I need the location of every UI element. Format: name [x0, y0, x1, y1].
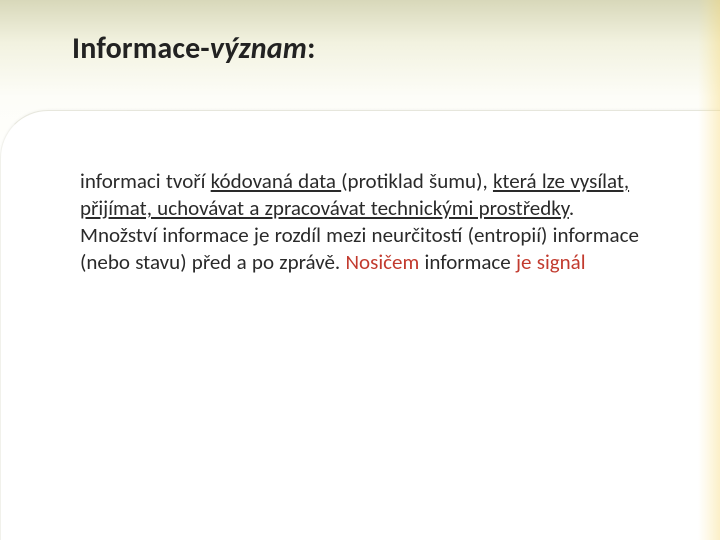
body-plain-after-red1: informace	[425, 249, 517, 275]
slide-title: Informace-význam:	[72, 30, 316, 67]
body-red-1: Nosičem	[345, 249, 424, 275]
body-paragraph: informaci tvoří kódovaná data (protiklad…	[80, 168, 650, 276]
title-italic: význam	[210, 30, 307, 67]
title-prefix: Informace-	[72, 30, 210, 67]
body-lead: informaci tvoří	[80, 168, 211, 194]
body-mid-1: (protiklad šumu),	[341, 168, 493, 194]
body-red-2: je signál	[516, 249, 586, 275]
body-underline-1: kódovaná data	[211, 168, 342, 194]
slide-body: informaci tvoří kódovaná data (protiklad…	[80, 168, 650, 276]
title-suffix: :	[307, 30, 315, 67]
